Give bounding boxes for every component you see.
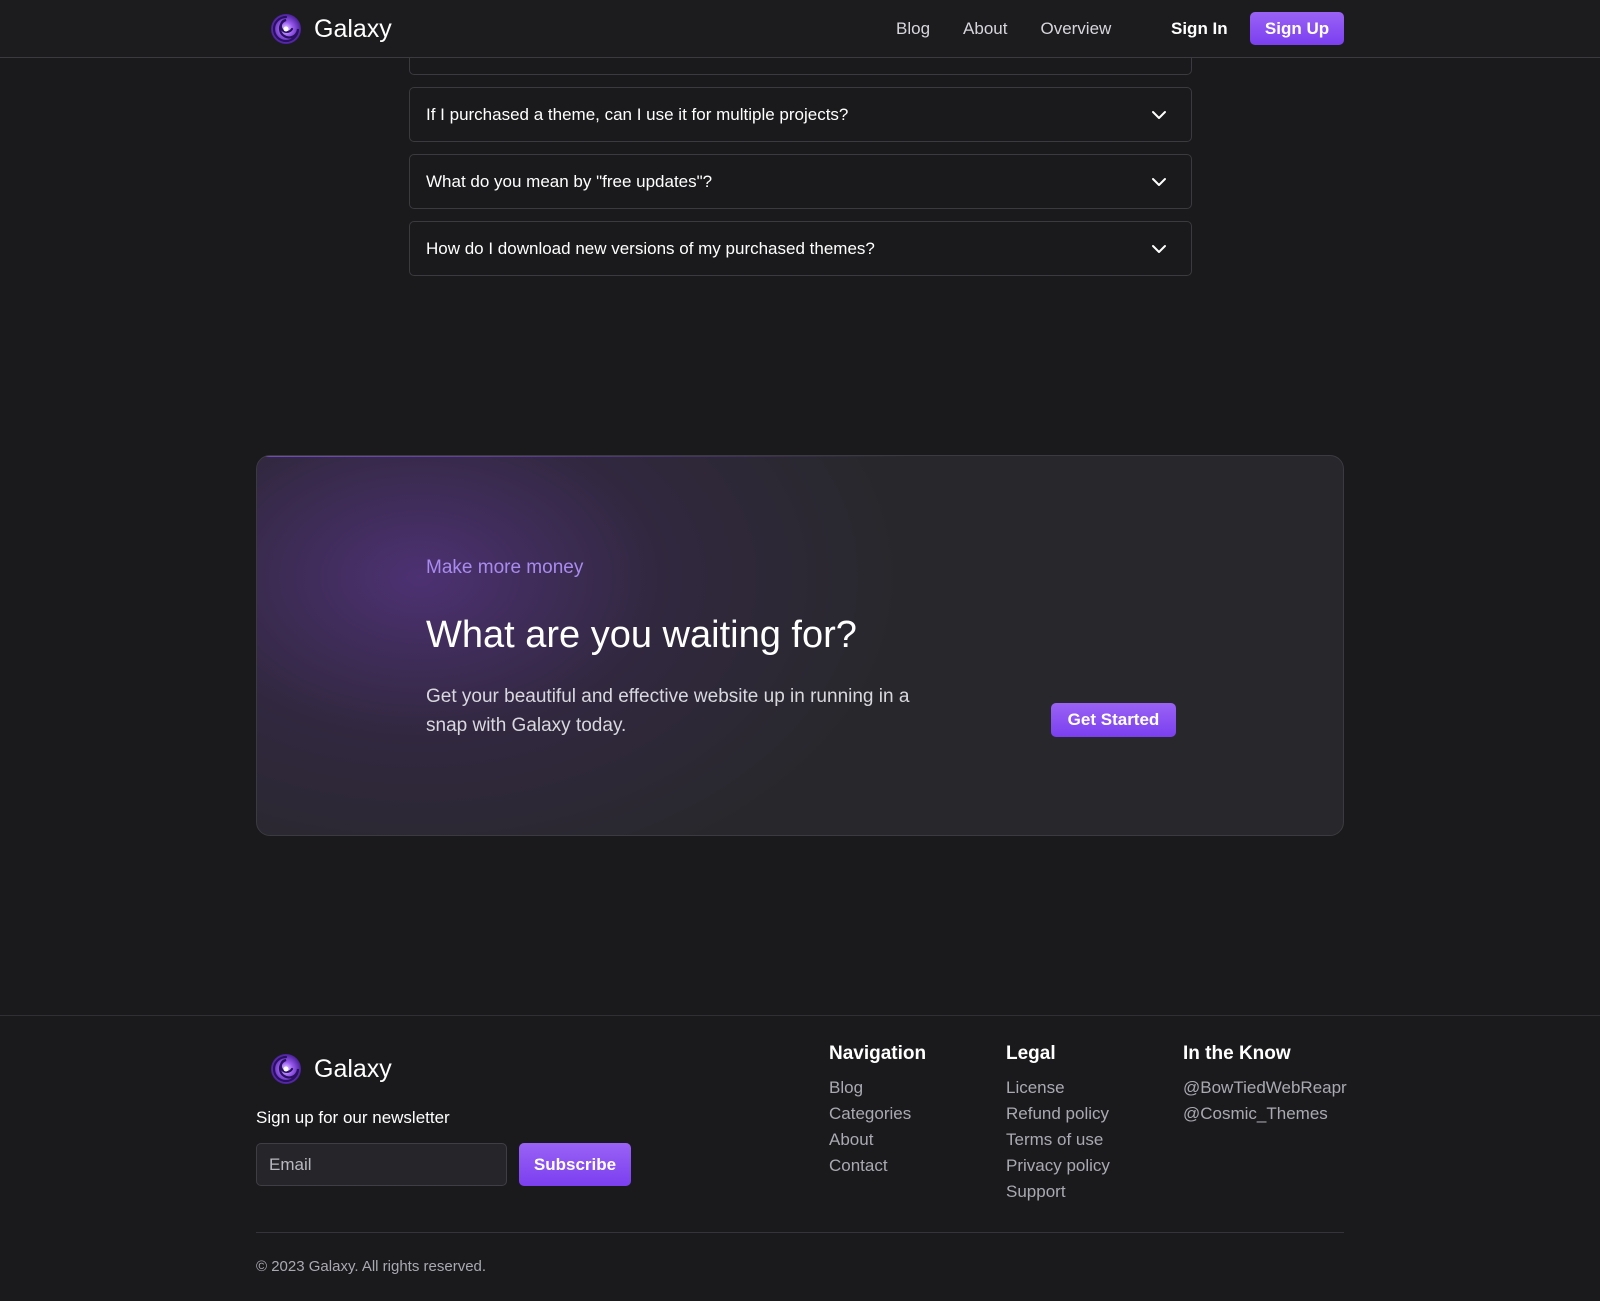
galaxy-logo-icon (271, 1054, 301, 1084)
footer-column-title: In the Know (1183, 1043, 1291, 1064)
chevron-down-icon[interactable] (1149, 172, 1169, 192)
footer-link-refund-policy[interactable]: Refund policy (1006, 1101, 1110, 1127)
brand-name: Galaxy (314, 14, 392, 43)
sign-in-link[interactable]: Sign In (1171, 19, 1228, 39)
get-started-button[interactable]: Get Started (1051, 703, 1176, 737)
cta-title: What are you waiting for? (426, 614, 857, 656)
footer-link-privacy-policy[interactable]: Privacy policy (1006, 1153, 1110, 1179)
chevron-down-icon[interactable] (1149, 105, 1169, 125)
footer-brand-logo[interactable]: Galaxy (270, 1053, 392, 1085)
footer-column-navigation: Navigation Blog Categories About Contact (829, 1043, 926, 1179)
sign-up-button[interactable]: Sign Up (1250, 12, 1344, 45)
cta-eyebrow: Make more money (426, 557, 584, 578)
footer-link-terms-of-use[interactable]: Terms of use (1006, 1127, 1110, 1153)
chevron-down-icon[interactable] (1149, 239, 1169, 259)
nav-link-about[interactable]: About (963, 19, 1007, 39)
nav-link-overview[interactable]: Overview (1040, 19, 1111, 39)
faq-item[interactable]: What do you mean by "free updates"? (409, 154, 1192, 209)
nav-link-blog[interactable]: Blog (896, 19, 930, 39)
galaxy-logo-icon (271, 14, 301, 44)
footer-link-bowtiedwebreapr[interactable]: @BowTiedWebReapr (1183, 1075, 1347, 1101)
footer-link-license[interactable]: License (1006, 1075, 1110, 1101)
footer-column-in-the-know: In the Know @BowTiedWebReapr @Cosmic_The… (1183, 1043, 1347, 1127)
footer-brand-name: Galaxy (314, 1054, 392, 1083)
footer-column-legal: Legal License Refund policy Terms of use… (1006, 1043, 1110, 1205)
footer-link-blog[interactable]: Blog (829, 1075, 926, 1101)
footer-divider (0, 1015, 1600, 1016)
faq-item[interactable]: If I purchased a theme, can I use it for… (409, 87, 1192, 142)
footer-link-categories[interactable]: Categories (829, 1101, 926, 1127)
faq-question: What do you mean by "free updates"? (426, 171, 713, 191)
footer-link-cosmic-themes[interactable]: @Cosmic_Themes (1183, 1101, 1347, 1127)
cta-card: Make more money What are you waiting for… (256, 455, 1344, 836)
site-header: Galaxy Blog About Overview Sign In Sign … (0, 0, 1600, 58)
footer-link-support[interactable]: Support (1006, 1179, 1110, 1205)
footer-column-title: Legal (1006, 1043, 1056, 1064)
copyright-text: © 2023 Galaxy. All rights reserved. (256, 1258, 487, 1275)
footer-link-contact[interactable]: Contact (829, 1153, 926, 1179)
footer-bottom-divider (256, 1232, 1344, 1233)
brand-logo-link[interactable]: Galaxy (270, 13, 392, 45)
faq-question: How do I download new versions of my pur… (426, 238, 875, 258)
newsletter-label: Sign up for our newsletter (256, 1108, 450, 1127)
subscribe-button[interactable]: Subscribe (519, 1143, 631, 1186)
cta-description: Get your beautiful and effective website… (426, 686, 910, 736)
footer-column-title: Navigation (829, 1043, 927, 1064)
faq-question: If I purchased a theme, can I use it for… (426, 104, 849, 124)
main-nav: Blog About Overview (896, 19, 1111, 39)
footer-link-about[interactable]: About (829, 1127, 926, 1153)
newsletter-email-input[interactable] (256, 1143, 507, 1186)
faq-item[interactable]: How do I download new versions of my pur… (409, 221, 1192, 276)
